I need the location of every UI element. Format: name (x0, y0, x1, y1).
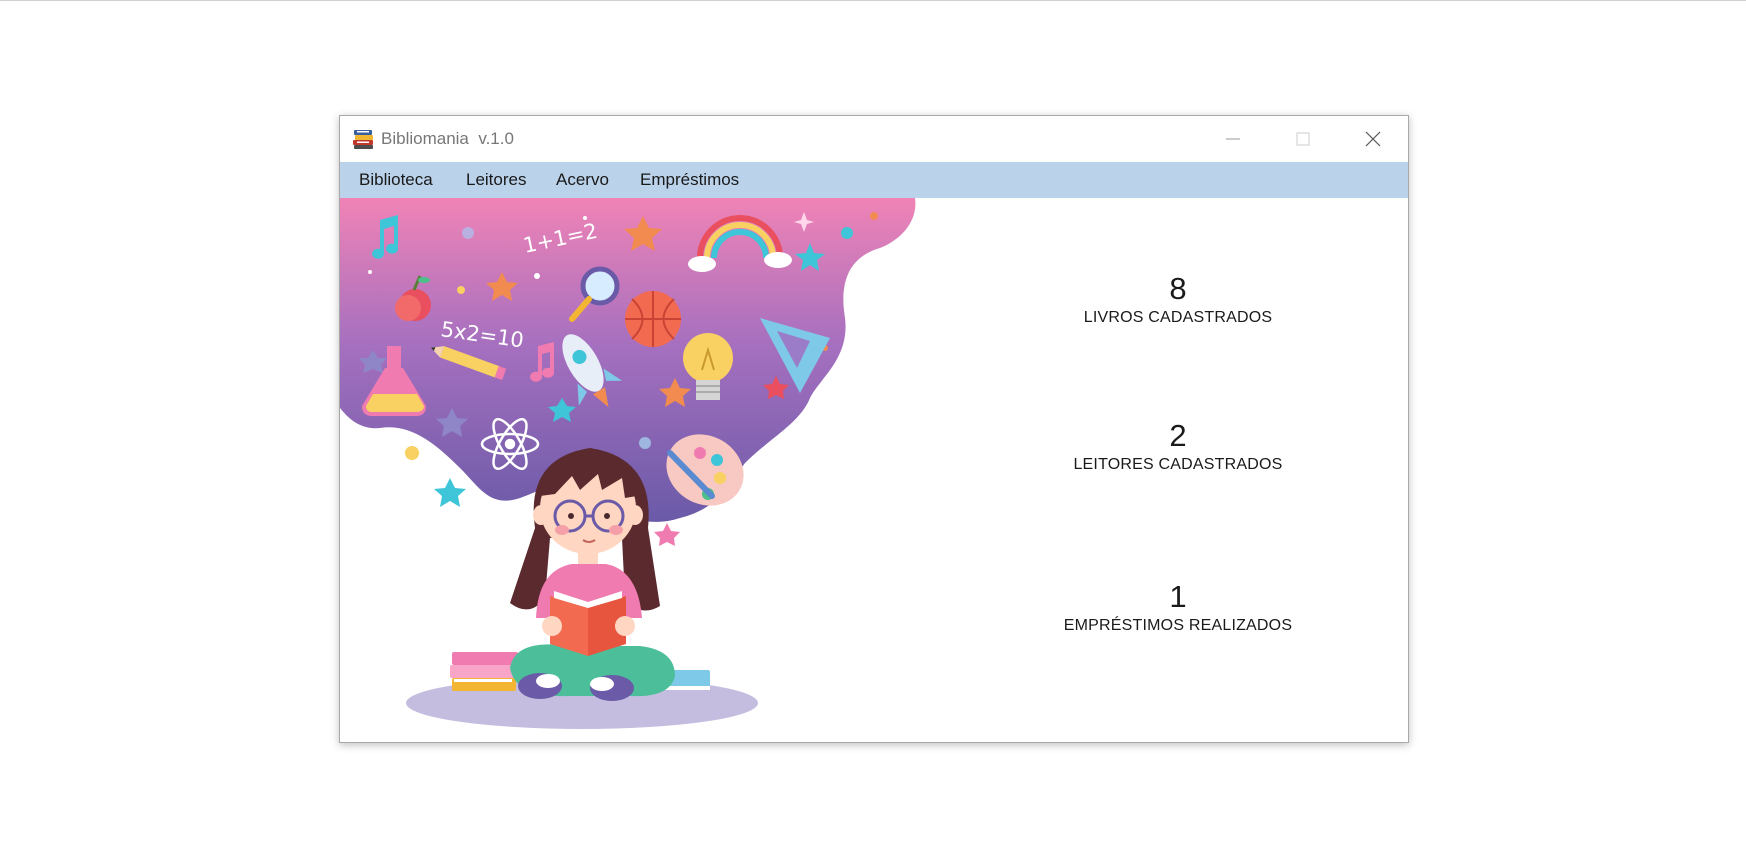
book-stack-icon (352, 128, 376, 150)
stat-leitores-label: LEITORES CADASTRADOS (1073, 456, 1283, 473)
app-window: Bibliomania v.1.0 Biblioteca Leitores Ac… (339, 115, 1409, 743)
stat-livros: 8 LIVROS CADASTRADOS (1008, 271, 1348, 327)
window-title: Bibliomania v.1.0 (381, 129, 514, 148)
menu-acervo[interactable]: Acervo (556, 170, 609, 190)
maximize-button[interactable] (1268, 116, 1338, 162)
basketball-icon (625, 291, 681, 347)
menu-leitores[interactable]: Leitores (466, 170, 526, 190)
title-bar[interactable]: Bibliomania v.1.0 (340, 116, 1408, 162)
stat-livros-label: LIVROS CADASTRADOS (1083, 309, 1273, 326)
minimize-icon (1226, 138, 1240, 140)
minimize-button[interactable] (1198, 116, 1268, 162)
reading-girl-illustration: 1+1=2 5x2=10 (340, 198, 916, 729)
stat-leitores-value: 2 (1169, 418, 1187, 453)
stat-emprestimos: 1 EMPRÉSTIMOS REALIZADOS (1008, 579, 1348, 635)
stat-emprestimos-label: EMPRÉSTIMOS REALIZADOS (1063, 617, 1293, 634)
close-icon (1365, 131, 1381, 147)
screen-top-border (0, 0, 1746, 1)
stat-leitores: 2 LEITORES CADASTRADOS (1008, 418, 1348, 474)
maximize-icon (1296, 132, 1310, 146)
book-stack-left (450, 652, 518, 691)
stat-emprestimos-value: 1 (1169, 579, 1187, 614)
menu-emprestimos[interactable]: Empréstimos (640, 170, 739, 190)
stat-livros-value: 8 (1169, 271, 1187, 306)
close-button[interactable] (1338, 116, 1408, 162)
menu-bar: Biblioteca Leitores Acervo Empréstimos (340, 162, 1408, 198)
menu-biblioteca[interactable]: Biblioteca (359, 170, 433, 190)
